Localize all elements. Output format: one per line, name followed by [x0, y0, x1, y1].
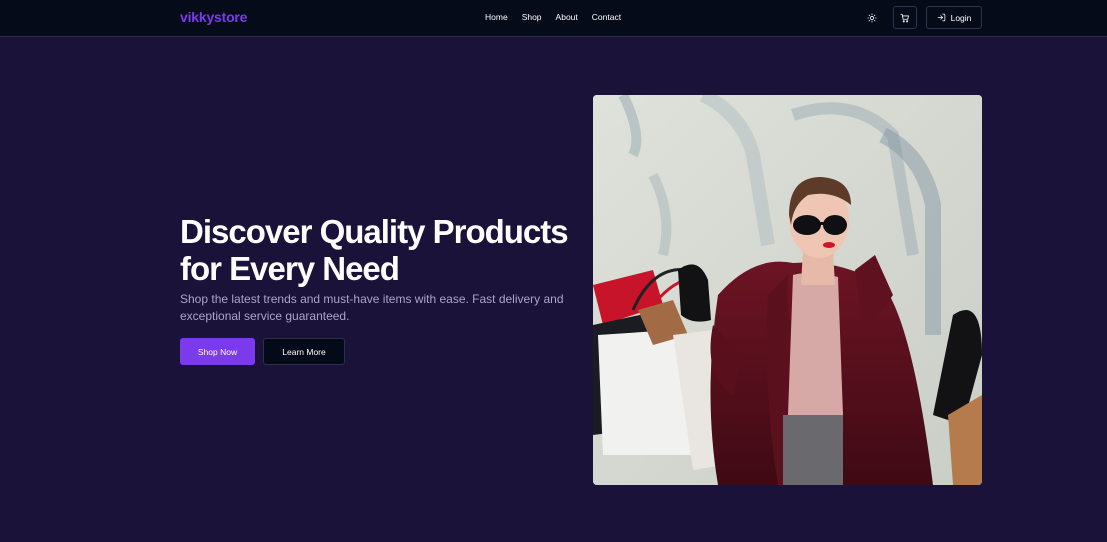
nav-link-shop[interactable]: Shop	[522, 12, 542, 22]
login-button[interactable]: Login	[926, 6, 982, 29]
hero-subtitle: Shop the latest trends and must-have ite…	[180, 292, 564, 323]
shopping-woman-image	[593, 95, 982, 485]
login-label: Login	[950, 12, 972, 23]
theme-toggle-button[interactable]	[864, 10, 880, 26]
nav-link-home[interactable]: Home	[485, 12, 508, 22]
cart-icon	[900, 13, 909, 22]
hero-title-line-2: for Every Need	[180, 250, 400, 287]
hero-title-line-1: Discover Quality Products	[180, 213, 569, 250]
brand-logo[interactable]: vikkystore	[180, 9, 247, 25]
hero-title: Discover Quality Products for Every Need	[180, 213, 580, 287]
nav-link-contact[interactable]: Contact	[592, 12, 621, 22]
learn-more-button[interactable]: Learn More	[263, 338, 345, 365]
sun-icon	[867, 13, 877, 23]
navbar: vikkystore Home Shop About Contact Login	[0, 0, 1107, 37]
login-icon	[937, 13, 945, 22]
shop-now-button[interactable]: Shop Now	[180, 338, 255, 365]
main-nav: Home Shop About Contact	[485, 12, 621, 22]
cart-button[interactable]	[893, 6, 917, 29]
hero-image	[593, 95, 982, 485]
nav-link-about[interactable]: About	[556, 12, 578, 22]
